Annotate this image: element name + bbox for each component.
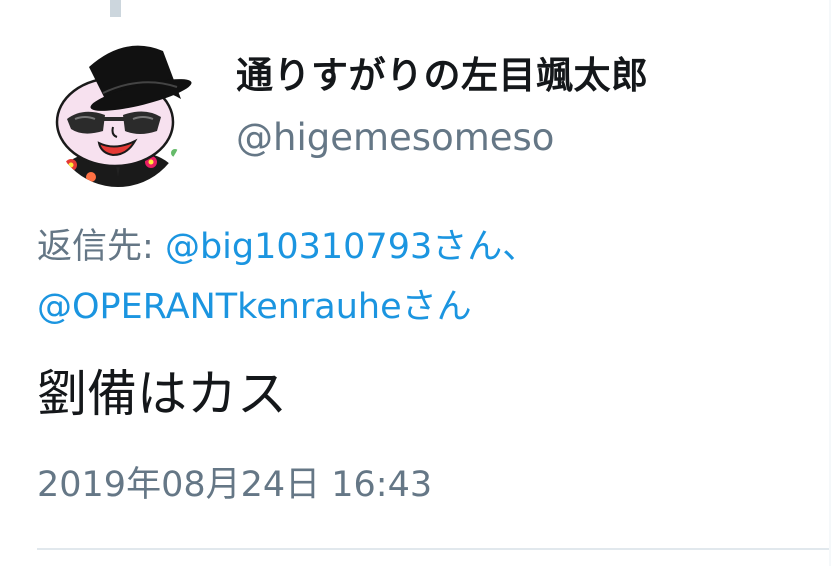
- thread-connector-line: [110, 0, 121, 17]
- tweet-timestamp[interactable]: 2019年08月24日 16:43: [37, 460, 432, 510]
- reply-mention-link[interactable]: @big10310793さん、: [165, 227, 537, 267]
- reply-mention-link[interactable]: @OPERANTkenrauheさん: [37, 287, 472, 327]
- reply-to-line: 返信先: @big10310793さん、: [37, 222, 537, 272]
- reply-to-prefix: 返信先:: [37, 227, 154, 267]
- author-avatar[interactable]: [43, 27, 193, 187]
- tweet-text: 劉備はカス: [37, 365, 287, 423]
- divider: [37, 548, 831, 550]
- author-display-name[interactable]: 通りすがりの左目颯太郎: [236, 50, 649, 102]
- reply-to-line-continued: @OPERANTkenrauheさん: [37, 282, 472, 332]
- avatar-image-icon: [52, 45, 192, 187]
- author-handle[interactable]: @higemesomeso: [236, 112, 554, 164]
